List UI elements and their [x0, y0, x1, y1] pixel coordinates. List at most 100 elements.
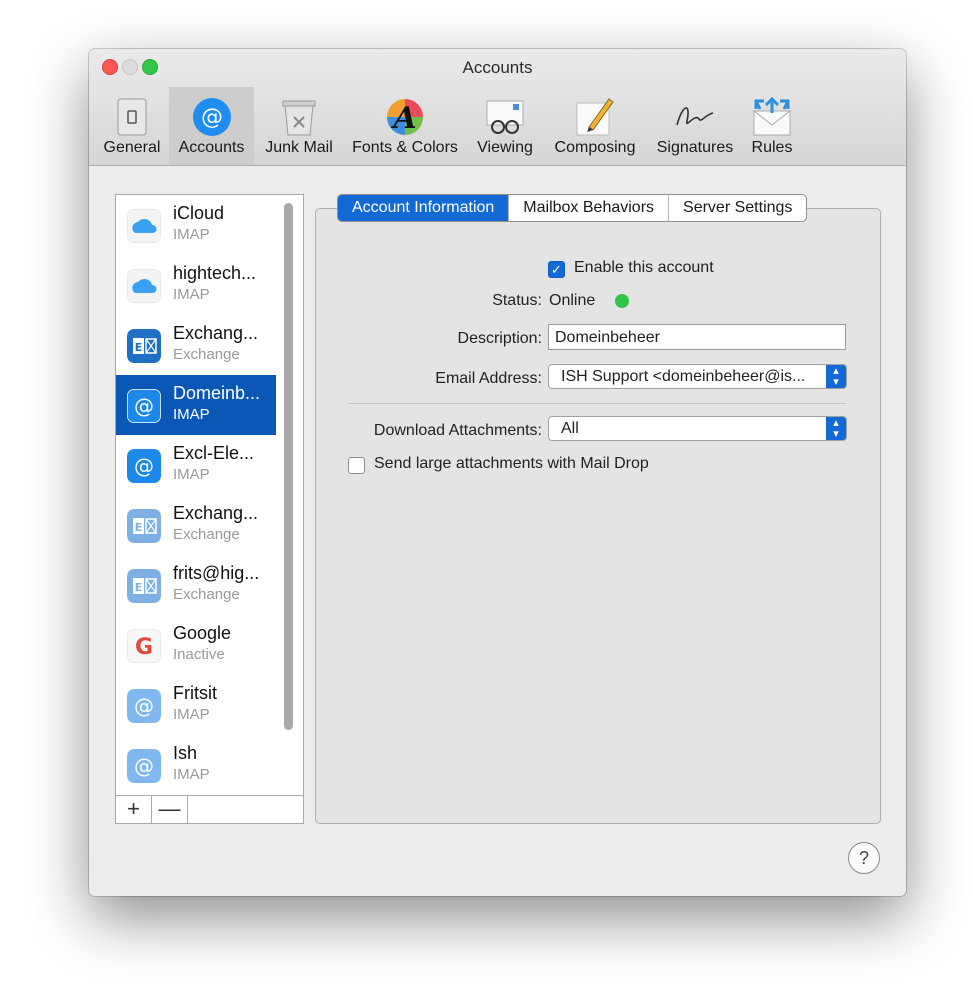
- svg-text:E: E: [135, 581, 143, 594]
- cloud-icon: [127, 269, 161, 303]
- email-address-label: Email Address:: [435, 370, 542, 387]
- account-detail-panel: ✓ Enable this account Status: Online Des…: [315, 208, 881, 824]
- description-field[interactable]: Domeinbeheer: [548, 324, 846, 350]
- chevron-updown-icon: ▴ ▾: [826, 417, 846, 440]
- account-name: Domeinb...: [173, 383, 261, 403]
- at-sign-icon: @: [127, 389, 161, 423]
- svg-text:@: @: [134, 394, 154, 418]
- at-sign-icon: @: [127, 449, 161, 483]
- at-sign-icon: @: [127, 689, 161, 723]
- font-icon: A: [387, 99, 423, 136]
- account-type: Exchange: [173, 346, 240, 363]
- toolbar-composing-label: Composing: [554, 139, 636, 156]
- toolbar-accounts[interactable]: @ Accounts: [169, 87, 254, 165]
- account-name: Google: [173, 623, 232, 643]
- account-type: IMAP: [173, 766, 210, 783]
- accounts-list[interactable]: iCloud IMAP hightech... IMAP E Exchang..…: [115, 194, 304, 824]
- account-item[interactable]: @ Fritsit IMAP: [116, 675, 276, 735]
- download-attachments-label: Download Attachments:: [373, 422, 542, 439]
- toolbar-signatures-label: Signatures: [656, 139, 734, 156]
- account-item[interactable]: hightech... IMAP: [116, 255, 276, 315]
- account-type: IMAP: [173, 406, 210, 423]
- add-account-button[interactable]: +: [116, 796, 152, 823]
- tab-bar: Account Information Mailbox Behaviors Se…: [337, 194, 808, 222]
- download-attachments-popup[interactable]: All ▴ ▾: [548, 416, 847, 441]
- status-label: Status:: [492, 292, 542, 309]
- account-item[interactable]: E frits@hig... Exchange: [116, 555, 276, 615]
- toolbar-general[interactable]: General: [102, 87, 162, 165]
- toolbar-viewing[interactable]: Viewing: [472, 87, 538, 165]
- toolbar-junk-mail[interactable]: Junk Mail: [259, 87, 339, 165]
- remove-account-button[interactable]: —: [152, 796, 188, 823]
- account-type: IMAP: [173, 706, 210, 723]
- pencil-icon: [576, 98, 614, 136]
- rules-envelope-icon: [753, 96, 791, 136]
- preferences-window: Accounts General @ Accounts Junk Mail A …: [89, 49, 906, 896]
- toolbar-accounts-label: Accounts: [178, 139, 245, 156]
- account-name: Exchang...: [173, 503, 259, 523]
- titlebar: Accounts General @ Accounts Junk Mail A …: [89, 49, 906, 166]
- account-name: Excl-Ele...: [173, 443, 255, 463]
- enable-account-label: Enable this account: [574, 259, 714, 276]
- exchange-icon: E: [127, 509, 161, 543]
- trash-bin-icon: [282, 100, 316, 136]
- at-sign-icon: @: [192, 98, 231, 136]
- account-name: hightech...: [173, 263, 257, 283]
- status-indicator: [615, 294, 629, 308]
- toolbar-composing[interactable]: Composing: [549, 87, 641, 165]
- account-item[interactable]: E Exchang... Exchange: [116, 495, 276, 555]
- toolbar-general-label: General: [103, 139, 161, 156]
- account-name: Fritsit: [173, 683, 217, 703]
- svg-text:@: @: [201, 105, 223, 130]
- general-icon: [117, 98, 147, 136]
- tab-server-settings[interactable]: Server Settings: [669, 195, 806, 221]
- email-address-popup[interactable]: ISH Support <domeinbeheer@is... ▴ ▾: [548, 364, 847, 389]
- account-type: IMAP: [173, 466, 210, 483]
- toolbar-rules-label: Rules: [751, 139, 793, 156]
- account-type: Exchange: [173, 526, 240, 543]
- cloud-icon: [127, 209, 161, 243]
- svg-text:@: @: [134, 694, 154, 718]
- accounts-list-footer: + —: [116, 795, 303, 823]
- at-sign-icon: @: [127, 749, 161, 783]
- account-item[interactable]: G Google Inactive: [116, 615, 276, 675]
- svg-text:E: E: [135, 341, 143, 354]
- svg-text:@: @: [134, 754, 154, 778]
- tab-mailbox-behaviors[interactable]: Mailbox Behaviors: [509, 195, 670, 221]
- status-value: Online: [549, 292, 596, 309]
- mail-drop-checkbox[interactable]: [348, 457, 365, 474]
- toolbar-fonts-colors[interactable]: A Fonts & Colors: [345, 87, 465, 165]
- exchange-icon: E: [127, 569, 161, 603]
- account-name: frits@hig...: [173, 563, 260, 583]
- account-name: iCloud: [173, 203, 225, 223]
- description-label: Description:: [457, 330, 542, 347]
- download-attachments-value: All: [561, 420, 579, 437]
- signature-icon: [676, 107, 714, 126]
- account-type: Inactive: [173, 646, 225, 663]
- accounts-scrollbar[interactable]: [284, 203, 293, 730]
- window-title: Accounts: [462, 58, 533, 77]
- account-type: Exchange: [173, 586, 240, 603]
- account-item[interactable]: @ Ish IMAP: [116, 735, 276, 795]
- chevron-updown-icon: ▴ ▾: [826, 365, 846, 388]
- mail-drop-label: Send large attachments with Mail Drop: [374, 455, 649, 472]
- account-item-selected[interactable]: @ Domeinb... IMAP: [116, 375, 276, 435]
- tab-account-information[interactable]: Account Information: [338, 195, 510, 221]
- account-item[interactable]: @ Excl-Ele... IMAP: [116, 435, 276, 495]
- glasses-icon: [486, 100, 524, 134]
- enable-account-checkbox[interactable]: ✓: [548, 261, 565, 278]
- account-type: IMAP: [173, 286, 210, 303]
- svg-text:E: E: [135, 521, 143, 534]
- account-item[interactable]: E Exchang... Exchange: [116, 315, 276, 375]
- toolbar-rules[interactable]: Rules: [744, 87, 800, 165]
- account-item[interactable]: iCloud IMAP: [116, 195, 276, 255]
- toolbar-signatures[interactable]: Signatures: [651, 87, 739, 165]
- toolbar-fonts-colors-label: Fonts & Colors: [352, 139, 458, 156]
- email-address-value: ISH Support <domeinbeheer@is...: [561, 368, 806, 385]
- account-name: Ish: [173, 743, 198, 763]
- svg-text:G: G: [135, 635, 153, 660]
- exchange-icon: E: [127, 329, 161, 363]
- google-icon: G: [127, 629, 161, 663]
- separator: [348, 403, 846, 404]
- help-button[interactable]: ?: [848, 842, 880, 874]
